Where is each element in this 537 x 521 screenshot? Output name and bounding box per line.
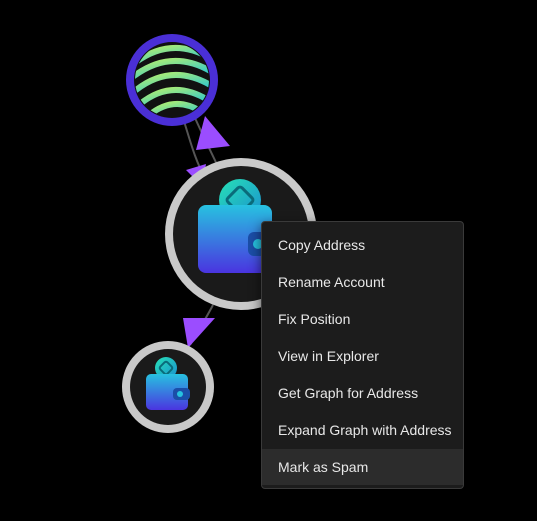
- menu-item-view-in-explorer[interactable]: View in Explorer: [262, 338, 463, 374]
- menu-item-mark-as-spam[interactable]: Mark as Spam: [262, 449, 463, 485]
- menu-item-rename-account[interactable]: Rename Account: [262, 264, 463, 300]
- menu-item-copy-address[interactable]: Copy Address: [262, 227, 463, 263]
- arrow-head-up: [196, 116, 230, 150]
- menu-item-fix-position[interactable]: Fix Position: [262, 301, 463, 337]
- arrow-head-down-lower: [183, 318, 215, 348]
- token-node[interactable]: [126, 34, 218, 126]
- menu-item-expand-graph[interactable]: Expand Graph with Address: [262, 412, 463, 448]
- menu-item-get-graph[interactable]: Get Graph for Address: [262, 375, 463, 411]
- context-menu: Copy Address Rename Account Fix Position…: [261, 221, 464, 489]
- wallet-node-child[interactable]: [122, 341, 214, 433]
